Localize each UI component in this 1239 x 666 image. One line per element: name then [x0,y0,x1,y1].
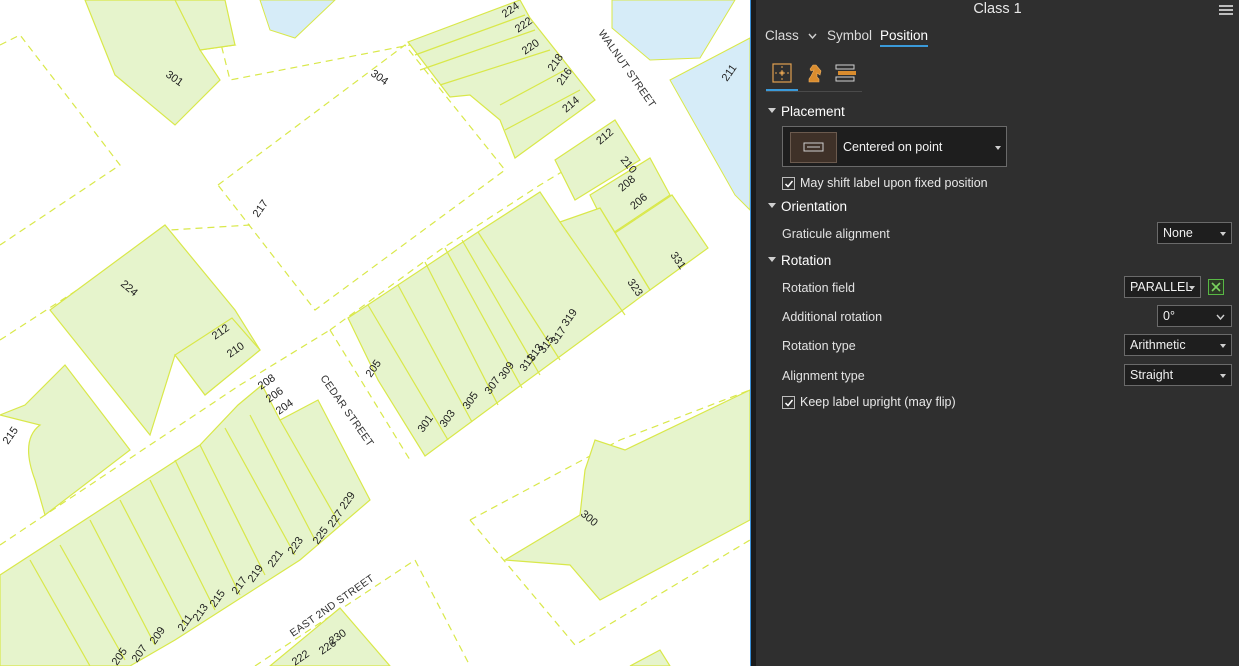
rotation-field-label: Rotation field [782,281,855,295]
placement-preview [790,132,837,163]
dropdown-arrow-icon [1220,344,1226,348]
map-view[interactable]: 224 222 220 218 216 214 212 210 208 206 … [0,0,750,666]
water-body [669,37,750,211]
dropdown-arrow-icon [1220,374,1226,378]
subtab-placement[interactable] [767,58,797,88]
checkmark-icon [784,399,794,407]
section-rotation[interactable]: Rotation [768,253,831,268]
caret-down-icon [768,202,776,208]
rotation-type-value: Arithmetic [1130,338,1186,352]
graticule-alignment-dropdown[interactable]: None [1157,222,1232,244]
caret-down-icon [768,256,776,262]
parcel [629,649,671,666]
label-class-pane: Class 1 Class Symbol Position Placement … [756,0,1239,666]
water-body [611,0,736,61]
rotation-field-dropdown[interactable]: PARALLEL [1124,276,1201,298]
additional-rotation-value: 0° [1163,309,1175,323]
tab-position[interactable]: Position [880,28,929,47]
expression-x-icon [1211,282,1221,292]
section-orientation-label: Orientation [781,199,848,214]
tab-class[interactable]: Class [765,28,817,43]
caret-down-icon [768,107,776,113]
rotation-field-value: PARALLEL [1130,280,1193,294]
parcel [347,191,651,457]
checkmark-icon [784,180,794,188]
placement-dropdown[interactable]: Centered on point [782,126,1007,167]
subtab-divider [766,91,862,92]
subtab-conflict-resolution[interactable] [799,58,829,88]
rotation-type-dropdown[interactable]: Arithmetic [1124,334,1232,356]
graticule-value: None [1163,226,1193,240]
alignment-type-label: Alignment type [782,369,865,383]
section-rotation-label: Rotation [781,253,832,268]
parcel [0,364,131,517]
parcel-label: 217 [251,198,271,220]
dropdown-arrow-icon [995,146,1001,150]
section-orientation[interactable]: Orientation [768,199,847,214]
expression-button[interactable] [1208,279,1224,295]
section-placement[interactable]: Placement [768,104,845,119]
chess-knight-icon [808,64,822,83]
chevron-down-icon [808,33,817,40]
tab-symbol[interactable]: Symbol [827,28,872,43]
position-placement-icon [772,63,792,83]
menu-icon[interactable] [1219,3,1233,17]
water-body [259,0,336,39]
tab-class-label: Class [765,28,799,43]
fitting-strategy-icon [835,64,856,82]
parcel-label: 215 [1,425,21,447]
centered-point-icon [803,142,824,152]
parcel [503,389,750,601]
may-shift-checkbox[interactable] [782,177,795,190]
keep-upright-checkbox[interactable] [782,396,795,409]
keep-upright-label: Keep label upright (may flip) [800,395,956,409]
may-shift-label: May shift label upon fixed position [800,176,988,190]
dropdown-arrow-icon [1220,232,1226,236]
dropdown-arrow-icon [1189,286,1195,290]
additional-rotation-label: Additional rotation [782,310,883,324]
additional-rotation-input[interactable]: 0° [1157,305,1232,327]
placement-value: Centered on point [843,140,943,154]
rotation-type-label: Rotation type [782,339,856,353]
parcel-label: 304 [368,68,390,88]
alignment-type-dropdown[interactable]: Straight [1124,364,1232,386]
pane-title: Class 1 [973,1,1022,17]
graticule-alignment-label: Graticule alignment [782,227,890,241]
subtab-fitting-strategy[interactable] [831,58,861,88]
alignment-type-value: Straight [1130,368,1174,382]
chevron-down-icon [1216,314,1225,320]
section-placement-label: Placement [781,104,845,119]
lot-boundary [0,34,121,246]
